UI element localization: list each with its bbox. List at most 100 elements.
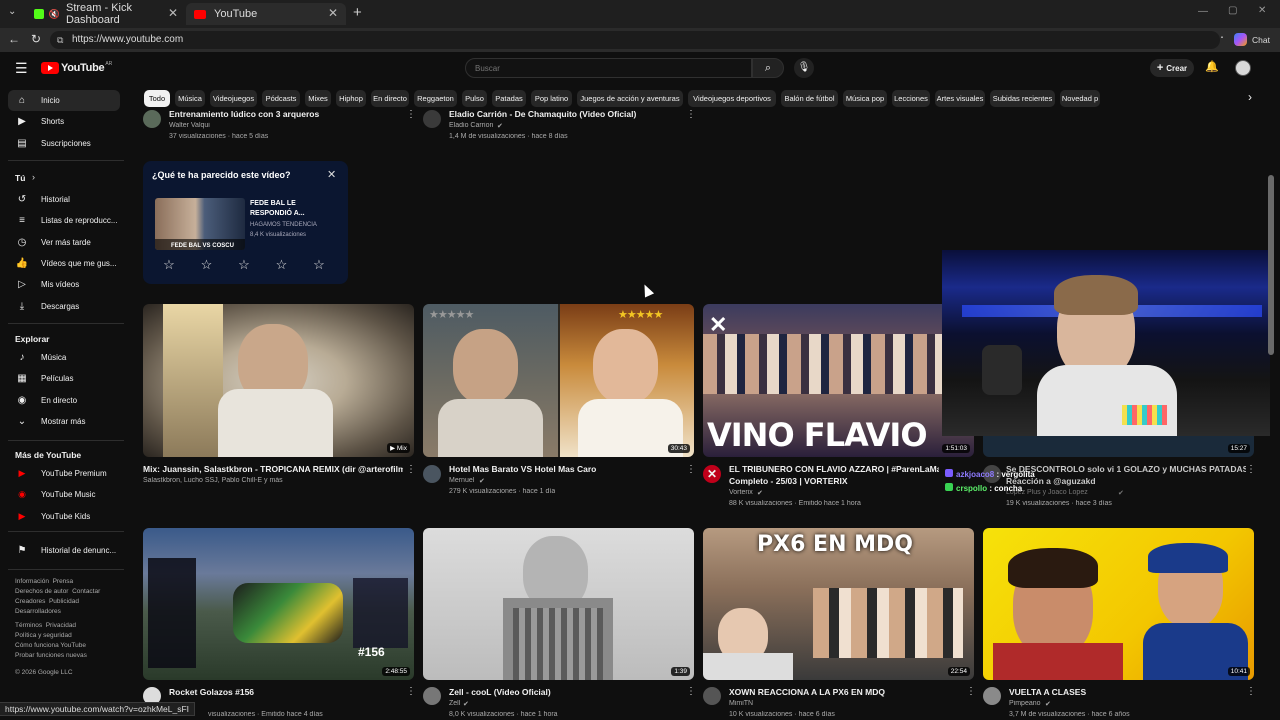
- page-scrollbar[interactable]: [1268, 175, 1274, 355]
- sidebar-item-shorts[interactable]: ▶ Shorts: [8, 111, 120, 132]
- sidebar-item-youtube-premium[interactable]: ▶ YouTube Premium: [8, 463, 120, 484]
- mute-icon[interactable]: 🔇: [49, 9, 60, 20]
- copyright-text[interactable]: © 2026 Google LLC: [15, 668, 73, 678]
- create-button[interactable]: + Crear: [1150, 59, 1194, 77]
- chip-14[interactable]: Balón de fútbol: [781, 90, 838, 107]
- video-thumbnail[interactable]: #156 2:48:55: [143, 528, 414, 680]
- video-title[interactable]: Eladio Carrión - De Chamaquito (Video Of…: [449, 109, 679, 119]
- channel-name[interactable]: Zell: [449, 700, 460, 707]
- new-tab-icon[interactable]: +: [353, 4, 362, 21]
- video-title[interactable]: VUELTA A CLASES: [1009, 687, 1239, 697]
- account-avatar[interactable]: [1235, 60, 1251, 76]
- minimize-icon[interactable]: —: [1198, 6, 1208, 17]
- url-field[interactable]: ⧉ https://www.youtube.com: [50, 31, 1220, 49]
- sidebar-item-pel-culas[interactable]: ▦ Películas: [8, 368, 120, 389]
- video-thumbnail[interactable]: PX6 EN MDQ 22:54: [703, 528, 974, 680]
- channel-avatar[interactable]: [143, 110, 161, 128]
- sidebar-item-descargas[interactable]: ⤓ Descargas: [8, 296, 120, 317]
- channel-avatar[interactable]: [703, 687, 721, 705]
- notifications-bell-icon[interactable]: 🔔: [1205, 60, 1219, 73]
- chip-9[interactable]: Pulso: [462, 90, 487, 107]
- sidebar-item-v-deos-que-me-gus[interactable]: 👍 Vídeos que me gus...: [8, 253, 120, 274]
- video-menu-icon[interactable]: ⋮: [686, 109, 696, 120]
- chip-4[interactable]: Pódcasts: [262, 90, 300, 107]
- sidebar-item-suscripciones[interactable]: ▤ Suscripciones: [8, 133, 120, 154]
- close-survey-icon[interactable]: ✕: [327, 168, 336, 181]
- video-menu-icon[interactable]: ⋮: [406, 686, 416, 697]
- chip-13[interactable]: Videojuegos deportivos: [688, 90, 776, 107]
- video-title[interactable]: XOWN REACCIONA A LA PX6 EN MDQ: [729, 687, 959, 697]
- chip-5[interactable]: Mixes: [305, 90, 331, 107]
- channel-name[interactable]: Pimpeano: [1009, 700, 1041, 707]
- sidebar-item-youtube-music[interactable]: ◉ YouTube Music: [8, 484, 120, 505]
- video-menu-icon[interactable]: ⋮: [966, 686, 976, 697]
- video-thumbnail[interactable]: ✕ VINO FLAVIO 1:51:03: [703, 304, 974, 457]
- video-title[interactable]: Hotel Mas Barato VS Hotel Mas Caro: [449, 464, 679, 474]
- channel-name[interactable]: Eladio Carrion: [449, 122, 493, 129]
- channel-avatar[interactable]: [983, 687, 1001, 705]
- video-menu-icon[interactable]: ⋮: [406, 464, 416, 475]
- chip-8[interactable]: Reggaeton: [414, 90, 457, 107]
- video-title[interactable]: Mix: Juanssin, Salastkbron - TROPICANA R…: [143, 464, 403, 474]
- video-menu-icon[interactable]: ⋮: [686, 464, 696, 475]
- sidebar-item-mis-v-deos[interactable]: ▷ Mis vídeos: [8, 274, 120, 295]
- channel-name[interactable]: Walter Valqui: [169, 122, 210, 129]
- video-menu-icon[interactable]: ⋮: [1246, 464, 1256, 475]
- channel-avatar[interactable]: [423, 687, 441, 705]
- copilot-icon[interactable]: [1234, 33, 1247, 46]
- chip-3[interactable]: Videojuegos: [210, 90, 257, 107]
- chip-11[interactable]: Pop latino: [531, 90, 572, 107]
- sidebar-item-ver-m-s-tarde[interactable]: ◷ Ver más tarde: [8, 232, 120, 253]
- rating-star-3-icon[interactable]: ☆: [237, 258, 251, 272]
- tab-list-chevron-icon[interactable]: ⌄: [8, 6, 16, 17]
- rating-star-2-icon[interactable]: ☆: [200, 258, 214, 272]
- chip-6[interactable]: Hiphop: [336, 90, 366, 107]
- chip-17[interactable]: Artes visuales: [935, 90, 985, 107]
- chips-next-chevron-icon[interactable]: ›: [1248, 90, 1252, 104]
- video-title[interactable]: Zell - cooL (Video Oficial): [449, 687, 679, 697]
- sidebar-more-heading[interactable]: Más de YouTube: [15, 450, 81, 460]
- chip-12[interactable]: Juegos de acción y aventuras: [577, 90, 683, 107]
- mix-artists[interactable]: Salastkbron, Lucho SSJ, Pablo Chill-E y …: [143, 477, 283, 484]
- sidebar-item-en-directo[interactable]: ◉ En directo: [8, 390, 120, 411]
- menu-icon[interactable]: ☰: [15, 60, 28, 77]
- tab-youtube[interactable]: YouTube ✕: [186, 3, 346, 25]
- sidebar-item-historial[interactable]: ↺ Historial: [8, 189, 120, 210]
- youtube-logo[interactable]: YouTube AR: [41, 61, 112, 74]
- video-thumbnail[interactable]: ★★★★★ ★★★★★ 30:43: [423, 304, 694, 457]
- video-thumbnail[interactable]: ▶ Mix: [143, 304, 414, 457]
- survey-video-title[interactable]: FEDE BAL LE RESPONDIÓ A...: [250, 199, 332, 219]
- rating-star-1-icon[interactable]: ☆: [162, 258, 176, 272]
- maximize-icon[interactable]: ▢: [1228, 5, 1237, 16]
- video-menu-icon[interactable]: ⋮: [1246, 686, 1256, 697]
- reload-icon[interactable]: ↻: [31, 32, 41, 46]
- channel-avatar[interactable]: [423, 465, 441, 483]
- sidebar-item-listas-de-reproducc[interactable]: ≡ Listas de reproducc...: [8, 210, 120, 231]
- voice-search-button[interactable]: 🎙: [794, 58, 814, 78]
- sidebar-item-m-sica[interactable]: ♪ Música: [8, 347, 120, 368]
- close-tab-icon[interactable]: ✕: [168, 6, 178, 20]
- footer-links[interactable]: Información Prensa Derechos de autor Con…: [15, 577, 100, 617]
- sidebar-item-youtube-kids[interactable]: ▶ YouTube Kids: [8, 506, 120, 527]
- chip-15[interactable]: Música pop: [843, 90, 887, 107]
- survey-video-thumbnail[interactable]: FEDE BAL VS COSCU: [155, 198, 245, 250]
- video-title[interactable]: EL TRIBUNERO CON FLAVIO AZZARO | #ParenL…: [729, 464, 939, 474]
- channel-name[interactable]: Vorterix: [729, 489, 753, 496]
- video-menu-icon[interactable]: ⋮: [406, 109, 416, 120]
- search-input[interactable]: [465, 58, 752, 78]
- video-title[interactable]: Entrenamiento lúdico con 3 arqueros: [169, 109, 399, 119]
- tab-kick-dashboard[interactable]: 🔇 Stream - Kick Dashboard ✕: [26, 2, 186, 26]
- channel-name[interactable]: Mernuel: [449, 477, 474, 484]
- video-menu-icon[interactable]: ⋮: [686, 686, 696, 697]
- chip-16[interactable]: Lecciones: [892, 90, 930, 107]
- sidebar-item-inicio[interactable]: ⌂ Inicio: [8, 90, 120, 111]
- footer-links-policy[interactable]: Términos Privacidad Política y seguridad…: [15, 621, 87, 661]
- video-thumbnail[interactable]: 1:39: [423, 528, 694, 680]
- video-title-line2[interactable]: Completo - 25/03 | VORTERIX: [729, 476, 939, 486]
- chat-label[interactable]: Chat: [1252, 35, 1270, 45]
- back-icon[interactable]: ←: [8, 32, 20, 46]
- chip-1[interactable]: Todo: [144, 90, 170, 107]
- chip-10[interactable]: Patadas: [492, 90, 526, 107]
- sidebar-explore-heading[interactable]: Explorar: [15, 334, 50, 344]
- channel-avatar[interactable]: [423, 110, 441, 128]
